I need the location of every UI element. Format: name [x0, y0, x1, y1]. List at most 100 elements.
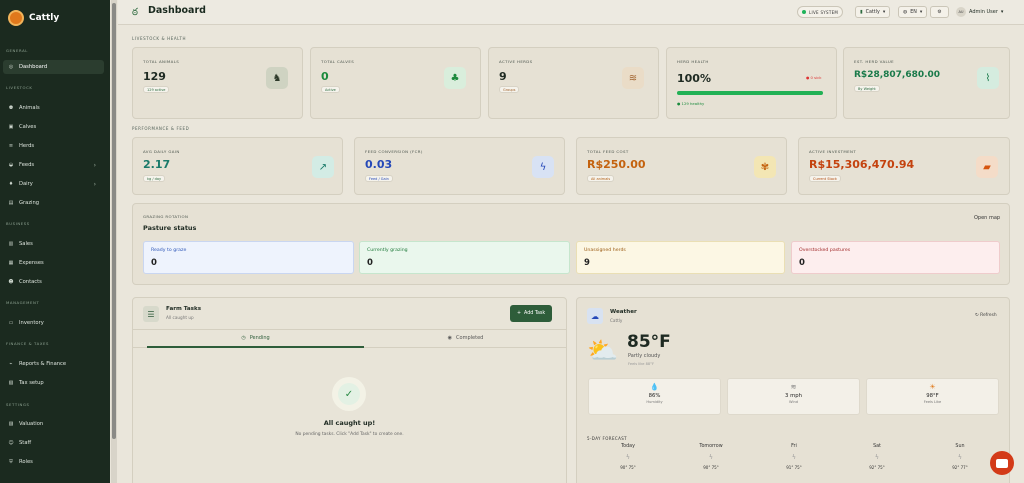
wind-icon: ≋	[790, 383, 797, 391]
sidebar-item-calves[interactable]: ▣ Calves	[3, 120, 104, 134]
refresh-button[interactable]: ↻ Refresh	[975, 313, 997, 318]
overstocked-value: 0	[799, 258, 805, 268]
overstocked-label: Overstocked pastures	[799, 248, 851, 253]
forecast-day: Tomorrow ϟ 90° 75°	[681, 444, 741, 470]
trending-up-icon: ↗	[312, 156, 334, 178]
sidebar-item-grazing[interactable]: ▤ Grazing	[3, 196, 104, 210]
sales-icon: ▥	[8, 241, 14, 247]
tab-completed[interactable]: ◉ Completed	[364, 329, 567, 347]
forecast-temps: 91° 75°	[786, 465, 802, 470]
pasture-ready-label: Ready to graze	[151, 248, 187, 253]
kpi-value: 2.17	[143, 158, 171, 171]
farm-name: Cattly	[865, 9, 880, 15]
avatar: AU	[956, 7, 966, 17]
animals-icon: ⚉	[8, 105, 14, 111]
globe-icon: ◍	[903, 9, 908, 15]
tab-pending[interactable]: ◷ Pending	[147, 329, 364, 347]
language-label: EN	[910, 9, 917, 15]
sidebar-item-label: Dashboard	[19, 64, 48, 70]
sidebar-item-dashboard[interactable]: ◎ Dashboard	[3, 60, 104, 74]
sidebar-item-sales[interactable]: ▥ Sales	[3, 237, 104, 251]
kpi-value: 129	[143, 70, 166, 83]
healthy-count-text: 129 healthy	[681, 101, 705, 106]
forecast-day-name: Today	[621, 444, 635, 449]
kpi-value: 0.03	[365, 158, 393, 171]
dairy-icon: ♦	[8, 181, 14, 187]
grazing-section-label: GRAZING ROTATION	[143, 214, 189, 219]
forecast-day-name: Sat	[873, 444, 881, 449]
staff-icon: ☺	[8, 440, 14, 446]
feels-like-value: 98°F	[926, 393, 939, 399]
sidebar-item-herds[interactable]: ≡ Herds	[3, 139, 104, 153]
pasture-ready-box: Ready to graze 0	[143, 241, 354, 274]
kpi-label: TOTAL ANIMALS	[143, 59, 180, 64]
chevron-right-icon: ›	[93, 161, 96, 169]
section-settings: SETTINGS	[6, 402, 30, 407]
wheat-icon: ✾	[754, 156, 776, 178]
kpi-label: TOTAL FEED COST	[587, 149, 629, 154]
sidebar: Cattly GENERAL ◎ Dashboard LIVESTOCK ⚉ Ani…	[0, 0, 110, 483]
sidebar-item-animals[interactable]: ⚉ Animals	[3, 101, 104, 115]
sidebar-item-dairy[interactable]: ♦ Dairy ›	[3, 177, 104, 191]
kpi-value: 9	[499, 70, 507, 83]
farm-icon: ▮	[860, 9, 863, 15]
feeds-icon: ◒	[8, 162, 14, 168]
forecast-day: Today ϟ 90° 75°	[598, 444, 658, 470]
kpi-value: R$28,807,680.00	[854, 70, 941, 80]
chat-button[interactable]	[990, 451, 1014, 475]
wind-value: 3 mph	[785, 393, 802, 399]
feels-like-label: Feels Like	[923, 400, 942, 404]
forecast-day: Sun ϟ 92° 77°	[930, 444, 990, 470]
sidebar-item-roles[interactable]: ⛨ Roles	[3, 455, 104, 469]
contacts-icon: ☻	[8, 279, 14, 285]
kpi-label: EST. HERD VALUE	[854, 59, 894, 64]
add-task-button[interactable]: + Add Task	[510, 305, 553, 322]
pasture-status-title: Pasture status	[143, 224, 197, 232]
refresh-label: Refresh	[980, 313, 997, 318]
language-selector[interactable]: ◍ EN ▾	[898, 6, 928, 18]
gear-icon: ⚙	[937, 9, 942, 15]
kpi-badge-text: kg / day	[147, 176, 162, 181]
chart-icon: ⌁	[9, 361, 13, 367]
sidebar-item-tax[interactable]: ▧ Tax setup	[3, 376, 104, 390]
kpi-value: R$250.00	[587, 158, 646, 171]
sidebar-scroll-thumb[interactable]	[112, 3, 116, 439]
status-dot-icon	[802, 10, 806, 14]
farm-selector[interactable]: ▮ Cattly ▾	[855, 6, 891, 18]
wind-label: Wind	[788, 400, 799, 404]
cattle-logo-icon: ఠ	[132, 7, 138, 18]
sidebar-item-contacts[interactable]: ☻ Contacts	[3, 275, 104, 289]
kpi-badge: Groups	[499, 86, 520, 93]
sidebar-item-expenses[interactable]: ▦ Expenses	[3, 256, 104, 270]
sidebar-item-label: Tax setup	[19, 380, 44, 386]
add-task-label: Add Task	[524, 311, 546, 316]
sidebar-item-staff[interactable]: ☺ Staff	[3, 436, 104, 450]
empty-state-check: ✓	[332, 377, 366, 411]
brand-name: Cattly	[29, 13, 60, 23]
sidebar-item-label: Valuation	[19, 421, 44, 427]
kpi-herd-health: HERD HEALTH 100% ● 0 sick ● 129 healthy	[666, 47, 837, 119]
layers-icon: ≋	[622, 67, 644, 89]
sidebar-item-inventory[interactable]: ▭ Inventory	[3, 316, 104, 330]
forecast-temps: 90° 75°	[703, 465, 719, 470]
forecast-day: Fri ϟ 91° 75°	[764, 444, 824, 470]
chat-bubble-icon	[996, 458, 1008, 468]
sidebar-item-valuation[interactable]: ▨ Valuation	[3, 417, 104, 431]
kpi-daily-gain: AVG DAILY GAIN 2.17 kg / day ↗	[132, 137, 343, 195]
sidebar-item-label: Contacts	[19, 279, 42, 285]
user-menu[interactable]: AU Admin User ▾	[956, 6, 1003, 18]
settings-button[interactable]: ⚙	[930, 6, 949, 18]
shield-icon: ⛨	[9, 459, 13, 465]
section-general: GENERAL	[6, 48, 28, 53]
kpi-badge: Active	[321, 86, 340, 93]
sidebar-item-reports[interactable]: ⌁ Reports & Finance	[3, 357, 104, 371]
sidebar-item-feeds[interactable]: ◒ Feeds ›	[3, 158, 104, 172]
sidebar-item-label: Staff	[19, 440, 32, 446]
open-map-link[interactable]: Open map	[974, 215, 1000, 221]
sick-count-text: 0 sick	[810, 75, 822, 80]
section-livestock: LIVESTOCK	[6, 85, 33, 90]
active-tab-indicator	[147, 346, 364, 348]
kpi-badge-text: By Weight	[858, 86, 876, 91]
humidity-value: 86%	[648, 393, 661, 399]
live-system-label: LIVE SYSTEM	[809, 9, 839, 15]
